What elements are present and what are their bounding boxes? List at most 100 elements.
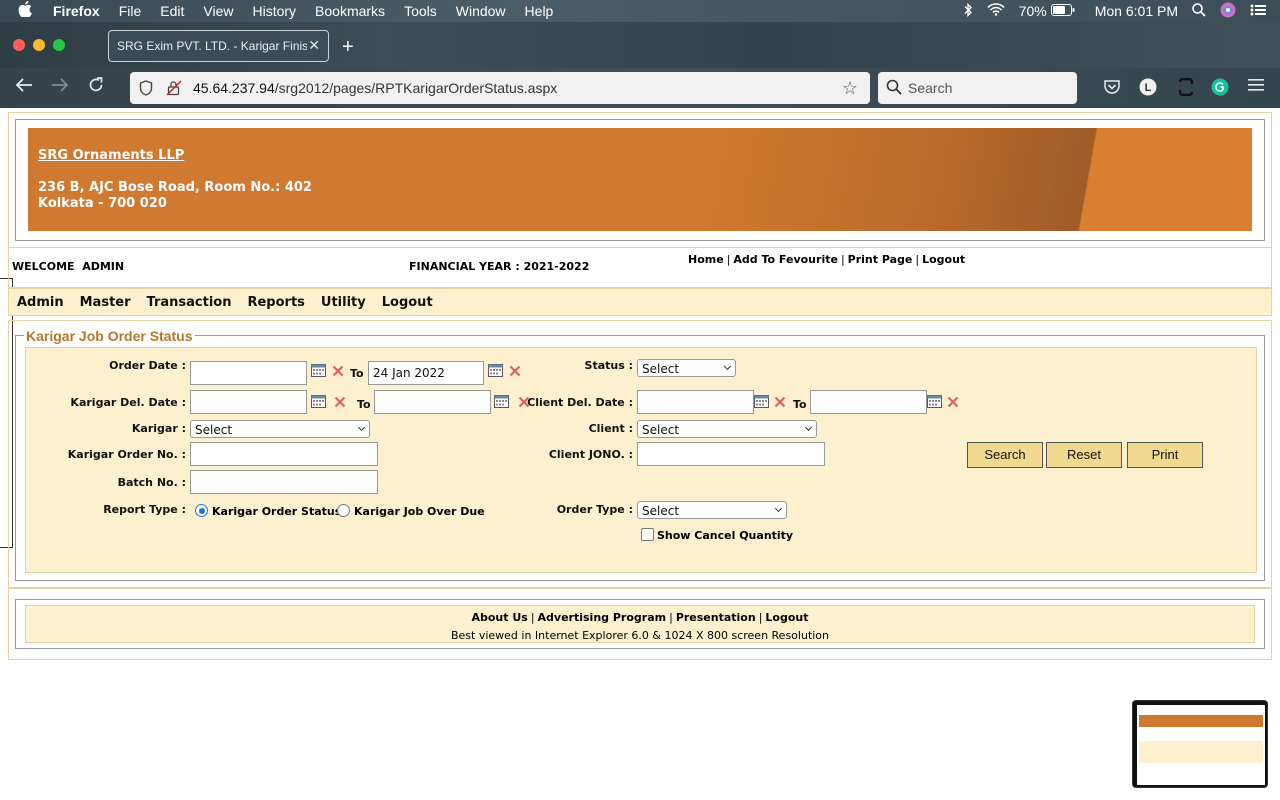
karigar-order-no-input[interactable] — [190, 442, 378, 466]
karigar-del-date-to-input[interactable] — [374, 390, 491, 414]
clock[interactable]: Mon 6:01 PM — [1095, 3, 1178, 19]
menu-utility[interactable]: Utility — [321, 295, 366, 310]
to-label: To — [350, 367, 364, 380]
client-jono-input[interactable] — [637, 442, 825, 466]
bluetooth-icon[interactable] — [963, 2, 973, 20]
about-us-link[interactable]: About Us — [471, 611, 527, 624]
calendar-icon[interactable] — [488, 362, 503, 377]
control-center-icon[interactable] — [1250, 3, 1266, 19]
menu-view[interactable]: View — [203, 3, 233, 19]
forward-icon[interactable] — [51, 77, 69, 98]
radio-label-karigar-order-status[interactable]: Karigar Order Status — [212, 505, 341, 518]
apple-icon[interactable] — [18, 1, 38, 21]
print-button[interactable]: Print — [1127, 442, 1203, 468]
reset-button[interactable]: Reset — [1046, 442, 1122, 468]
menu-bookmarks[interactable]: Bookmarks — [315, 3, 385, 19]
close-tab-icon[interactable]: ✕ — [308, 37, 320, 54]
separator: | — [758, 611, 763, 624]
calendar-icon[interactable] — [927, 393, 942, 408]
add-favourite-link[interactable]: Add To Fevourite — [733, 253, 838, 266]
home-link[interactable]: Home — [688, 253, 724, 266]
radio-label-karigar-job-over-due[interactable]: Karigar Job Over Due — [354, 505, 485, 518]
menu-logout[interactable]: Logout — [382, 295, 433, 310]
order-date-from-input[interactable] — [190, 361, 307, 385]
financial-year: FINANCIAL YEAR : 2021-2022 — [409, 260, 590, 273]
wifi-icon[interactable] — [987, 3, 1005, 19]
footer-logout-link[interactable]: Logout — [765, 611, 808, 624]
menu-master[interactable]: Master — [80, 295, 131, 310]
radio-karigar-order-status[interactable] — [195, 504, 208, 517]
siri-icon[interactable] — [1220, 2, 1236, 21]
menu-history[interactable]: History — [252, 3, 296, 19]
print-page-link[interactable]: Print Page — [848, 253, 913, 266]
status-select[interactable]: Select — [637, 359, 736, 377]
pocket-icon[interactable] — [1103, 78, 1121, 96]
clear-date-icon[interactable] — [774, 393, 786, 408]
calendar-icon[interactable] — [311, 393, 326, 408]
clear-date-icon[interactable] — [947, 393, 959, 408]
shield-icon[interactable] — [139, 80, 153, 101]
screenshot-thumbnail[interactable] — [1132, 700, 1268, 788]
back-icon[interactable] — [15, 77, 33, 98]
nav-bar: 45.64.237.94/srg2012/pages/RPTKarigarOrd… — [0, 68, 1280, 108]
order-type-select[interactable]: Select — [637, 501, 787, 519]
calendar-icon[interactable] — [311, 362, 326, 377]
clear-date-icon[interactable] — [509, 362, 521, 377]
spotlight-icon[interactable] — [1192, 2, 1206, 20]
grammarly-icon[interactable] — [1211, 78, 1229, 96]
client-jono-label: Client JONO. : — [548, 448, 633, 461]
show-cancel-label[interactable]: Show Cancel Quantity — [657, 529, 793, 542]
hamburger-menu-icon[interactable] — [1248, 78, 1266, 96]
insecure-lock-icon[interactable] — [166, 80, 182, 101]
karigar-select[interactable]: Select — [190, 420, 370, 438]
calendar-icon[interactable] — [754, 393, 769, 408]
url-text[interactable]: 45.64.237.94/srg2012/pages/RPTKarigarOrd… — [193, 80, 557, 96]
batch-no-input[interactable] — [190, 470, 378, 494]
client-select[interactable]: Select — [637, 420, 817, 438]
separator: | — [669, 611, 673, 624]
separator: | — [726, 253, 731, 266]
menu-window[interactable]: Window — [456, 3, 506, 19]
search-button[interactable]: Search — [967, 442, 1043, 468]
order-date-to-input[interactable]: 24 Jan 2022 — [368, 361, 484, 385]
karigar-del-date-from-input[interactable] — [190, 390, 307, 414]
clear-date-icon[interactable] — [334, 393, 346, 408]
url-bar[interactable]: 45.64.237.94/srg2012/pages/RPTKarigarOrd… — [130, 72, 870, 104]
tab-active[interactable]: SRG Exim PVT. LTD. - Karigar Finish ✕ — [108, 30, 329, 62]
advertising-program-link[interactable]: Advertising Program — [538, 611, 667, 624]
presentation-link[interactable]: Presentation — [676, 611, 756, 624]
profile-avatar[interactable]: L — [1139, 78, 1157, 96]
zoom-window-button[interactable] — [53, 39, 65, 51]
menu-admin[interactable]: Admin — [17, 295, 64, 310]
client-del-date-from-input[interactable] — [637, 390, 754, 414]
company-name-link[interactable]: SRG Ornaments LLP — [38, 148, 184, 163]
close-window-button[interactable] — [13, 39, 25, 51]
main-menu: Admin Master Transaction Reports Utility… — [8, 288, 1272, 316]
status-label: Status : — [584, 359, 633, 372]
header-frame: SRG Ornaments LLP 236 B, AJC Bose Road, … — [8, 112, 1272, 248]
reload-icon[interactable] — [88, 77, 104, 98]
to-label: To — [793, 398, 807, 411]
menu-transaction[interactable]: Transaction — [147, 295, 232, 310]
search-bar[interactable]: Search — [878, 72, 1077, 104]
order-type-label: Order Type : — [556, 503, 633, 516]
battery-icon[interactable] — [1050, 3, 1075, 19]
menu-tools[interactable]: Tools — [404, 3, 437, 19]
bookmark-star-icon[interactable]: ☆ — [842, 78, 858, 99]
menu-app[interactable]: Firefox — [53, 3, 100, 19]
clear-date-icon[interactable] — [332, 362, 344, 377]
footer-box: About Us | Advertising Program | Presentatio… — [25, 605, 1255, 643]
extension-icon[interactable] — [1177, 77, 1195, 97]
karigar-order-no-label: Karigar Order No. : — [67, 448, 186, 461]
menu-help[interactable]: Help — [525, 3, 554, 19]
client-del-date-to-input[interactable] — [810, 390, 927, 414]
menu-reports[interactable]: Reports — [247, 295, 304, 310]
info-strip: WELCOME ADMIN FINANCIAL YEAR : 2021-2022… — [8, 248, 1272, 288]
menu-edit[interactable]: Edit — [160, 3, 184, 19]
radio-karigar-job-over-due[interactable] — [337, 504, 350, 517]
new-tab-icon[interactable]: + — [342, 36, 354, 59]
menu-file[interactable]: File — [119, 3, 142, 19]
show-cancel-checkbox[interactable] — [641, 528, 654, 541]
minimize-window-button[interactable] — [33, 39, 45, 51]
logout-link[interactable]: Logout — [922, 253, 965, 266]
